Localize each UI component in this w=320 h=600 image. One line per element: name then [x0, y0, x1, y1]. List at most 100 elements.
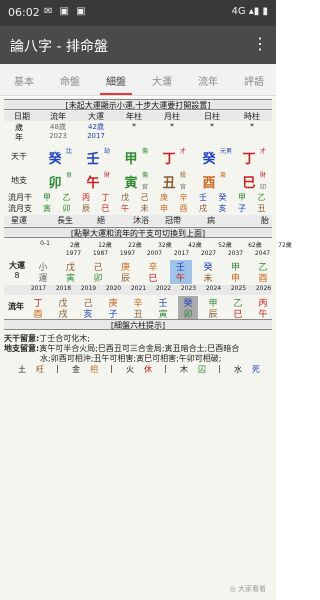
column-header-6: 時柱 [244, 112, 260, 121]
active-tab-indicator [100, 93, 132, 95]
liuyue-zhi-8[interactable]: 戌 [194, 203, 212, 214]
dizhi-tengod-5: 財 [260, 172, 267, 179]
liuyue-gan-4[interactable]: 戊 [116, 192, 134, 203]
liunian-age: 48歲 [50, 123, 66, 131]
dizhi-tengod-0: 食 [66, 172, 73, 179]
dayun-zhi-4[interactable]: 巳 [142, 271, 164, 284]
liuyue-zhi-5[interactable]: 未 [136, 203, 154, 214]
liuyue-gan-8[interactable]: 壬 [194, 192, 212, 203]
dayun-year: 2017 [87, 132, 105, 140]
wuxing-state-4: 死 [252, 365, 260, 374]
tab-0[interactable]: 基本 [4, 73, 44, 88]
liuyue-zhi-6[interactable]: 申 [155, 203, 173, 214]
pillar-star-1: * [170, 122, 174, 131]
xingyun-2: 絕 [97, 216, 105, 225]
liuyue-gan-11[interactable]: 乙 [253, 192, 271, 203]
liuyue-gan-0[interactable]: 甲 [38, 192, 56, 203]
dayun-year-4: 2017 [173, 250, 190, 257]
tiangan-tengod-0: 比 [66, 148, 73, 155]
tiangan-tengod-5: 才 [260, 148, 267, 155]
column-header-4: 月柱 [164, 112, 180, 121]
dayun-age-8: 72歲 [278, 242, 292, 249]
note-line-0: 天干留意:丁壬合可化木; [4, 333, 272, 343]
tiangan-row: 天干癸比壬劫甲傷丁才癸元男丁才 [4, 144, 272, 168]
xingyun-label: 星運 [11, 216, 27, 225]
liuyue-zhi-11[interactable]: 丑 [253, 203, 271, 214]
liunian-block: 流年丁酉戊戌己亥庚子辛丑壬寅癸卯甲辰乙巳丙午 [4, 296, 272, 320]
liuyue-gan-9[interactable]: 癸 [214, 192, 232, 203]
dayun-block: 大運 8 小運戊寅己卯庚辰辛巳壬午癸未甲申乙酉 [4, 260, 272, 284]
note-text-0: 丁壬合可化木; [39, 334, 90, 343]
wuxing-state-2: 休 [144, 365, 152, 374]
dayun-zhi-5[interactable]: 午 [169, 271, 192, 284]
liuyue-zhi-2[interactable]: 辰 [77, 203, 95, 214]
tab-5[interactable]: 評語 [234, 73, 274, 88]
tab-4[interactable]: 流年 [188, 73, 228, 88]
dayun-zhi-8[interactable]: 酉 [252, 271, 274, 284]
dayun-zhi-0[interactable]: 運 [32, 271, 54, 284]
note-text-2: 水;卯酉可相沖;丑午可相害;寅巳可相害;午卯可相破; [40, 354, 222, 363]
dizhi-hidden-5: 印 [260, 184, 267, 191]
tab-2[interactable]: 細盤 [96, 73, 136, 88]
liuyue-zhi-1[interactable]: 卯 [58, 203, 76, 214]
liuyue-gan-label: 流月干 [8, 193, 32, 202]
year-label: 年 [15, 133, 23, 142]
dizhi-hidden-3: 官 [180, 184, 187, 191]
tab-1[interactable]: 命盤 [50, 73, 90, 88]
liuyue-zhi-4[interactable]: 午 [116, 203, 134, 214]
liuyue-gan-6[interactable]: 庚 [155, 192, 173, 203]
dayun-age-4: 32歲 [158, 242, 172, 249]
status-bar: 06:02 ✉ ▣ ▣ 4G ▴▮ ▮ [0, 0, 276, 26]
dayun-zhi-1[interactable]: 寅 [60, 271, 82, 284]
overflow-menu-icon[interactable]: ⋮ [252, 34, 268, 53]
dayun-year-7: 2047 [254, 250, 271, 257]
tiangan-tengod-4: 元男 [220, 148, 233, 155]
notification-icons: ✉ ▣ ▣ [44, 6, 88, 17]
dayun-count: 8 [14, 271, 20, 280]
liuyue-zhi-10[interactable]: 子 [233, 203, 251, 214]
liuyue-zhi-9[interactable]: 亥 [214, 203, 232, 214]
dizhi-row: 地支卯食午財寅傷官丑殺官酉梟巳財印 [4, 168, 272, 192]
dizhi-label: 地支 [11, 176, 27, 185]
liunian-year: 2023 [49, 132, 67, 140]
pillar-star-3: * [250, 122, 254, 131]
liuyue-gan-2[interactable]: 丙 [77, 192, 95, 203]
wuxing-state-1: 相 [90, 365, 98, 374]
xingyun-1: 長生 [57, 216, 73, 225]
dayun-age-0: 0-1 [40, 240, 50, 247]
liunian-year-9: 2026 [255, 285, 272, 292]
chart-hint-banner: [未起大運顯示小運,十步大運要打開設置] [4, 99, 272, 110]
liuyue-zhi-3[interactable]: 巳 [97, 203, 115, 214]
six-pillar-hint-banner: [細盤六柱提示] [4, 319, 272, 330]
liunian-year-6: 2023 [180, 285, 197, 292]
wuxing-row: 土 旺 | 金 相 | 火 休 | 木 囚 | 水 死 [4, 364, 272, 376]
liuyue-gan-10[interactable]: 甲 [233, 192, 251, 203]
liuyue-gan-1[interactable]: 乙 [58, 192, 76, 203]
dayun-zhi-3[interactable]: 辰 [115, 271, 137, 284]
liuyue-zhi-0[interactable]: 寅 [38, 203, 56, 214]
tiangan-tengod-3: 才 [180, 148, 187, 155]
liuyue-gan-3[interactable]: 丁 [97, 192, 115, 203]
dayun-zhi-6[interactable]: 未 [197, 271, 219, 284]
wuxing-elem-3: 木 [180, 365, 188, 374]
liunian-year-5: 2022 [155, 285, 172, 292]
liunian-year-2: 2019 [80, 285, 97, 292]
switch-hint-banner: [點擊大運和流年的干支可切換到上面] [4, 227, 272, 238]
dayun-zhi-2[interactable]: 卯 [87, 271, 109, 284]
column-header-0: 日期 [14, 112, 30, 121]
wuxing-state-0: 旺 [36, 365, 44, 374]
column-header-row: 日期 流年 大運 年柱 月柱 日柱 時柱 [4, 111, 272, 121]
liunian-year-1: 2018 [55, 285, 72, 292]
column-header-3: 年柱 [126, 112, 142, 121]
note-line-1: 地支留意:寅午可半合火局;巳酉丑可三合金局;寅丑暗合土;巳酉暗合 [4, 343, 272, 353]
dayun-zhi-7[interactable]: 申 [225, 271, 247, 284]
liunian-years-row: 2017 2018 2019 2020 2021 2022 2023 2024 2025 2026 [4, 285, 272, 295]
liunian-year-0: 2017 [30, 285, 47, 292]
liuyue-gan-7[interactable]: 辛 [175, 192, 193, 203]
tab-3[interactable]: 大運 [142, 73, 182, 88]
liuyue-gan-5[interactable]: 己 [136, 192, 154, 203]
liuyue-zhi-7[interactable]: 酉 [175, 203, 193, 214]
dayun-year-2: 1997 [119, 250, 136, 257]
wuxing-elem-0: 土 [18, 365, 26, 374]
watermark-logo: ◎ 大家看看 [229, 585, 266, 593]
